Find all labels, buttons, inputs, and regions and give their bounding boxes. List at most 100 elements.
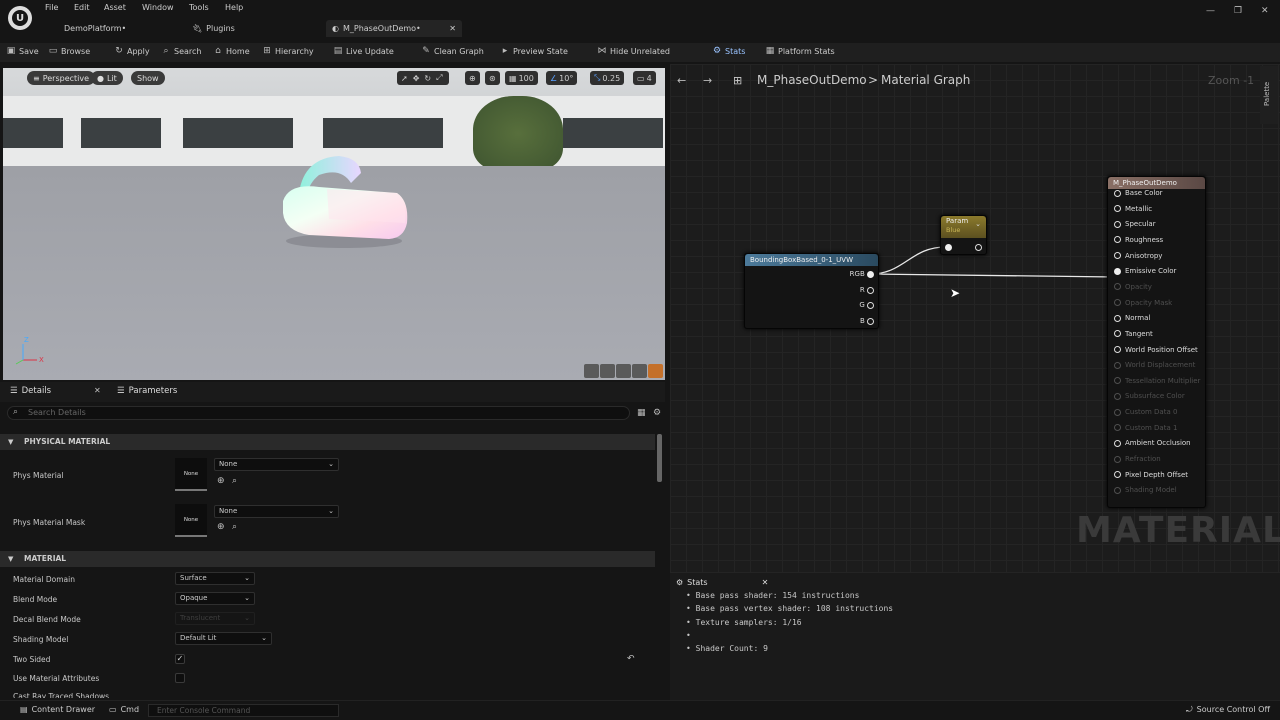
minimize-button[interactable]: — [1206,6,1215,16]
material-input-pin[interactable]: Specular [1114,220,1156,228]
menu-help[interactable]: Help [225,3,243,12]
menu-file[interactable]: File [45,3,58,12]
cmd-button[interactable]: ▭ Cmd [109,705,139,714]
mesh-preview-icon[interactable] [648,364,663,378]
live-update-button[interactable]: ▤ Live Update [333,46,394,56]
material-input-pin[interactable]: Emissive Color [1114,267,1176,275]
home-button[interactable]: ⌂ Home [213,46,249,56]
material-result-node[interactable]: M_PhaseOutDemo Base Color Metallic Specula… [1107,176,1206,508]
show-button[interactable]: Show [131,71,165,85]
dropdown-value: Translucent [180,614,221,622]
rotation-snap[interactable]: ∠ 10° [546,71,578,85]
shading-model-label: Shading Model [13,635,69,644]
maximize-button[interactable]: ❐ [1234,6,1242,16]
collapse-arrow-icon: ▼ [8,555,14,563]
save-button[interactable]: ▣ Save [6,46,39,56]
material-input-pin[interactable]: Roughness [1114,236,1163,244]
search-details-input[interactable]: Search Details [7,406,630,420]
material-input-pin[interactable]: Pixel Depth Offset [1114,471,1188,479]
shading-model-dropdown[interactable]: Default Lit ⌄ [175,632,272,645]
section-physical-material[interactable]: ▼ PHYSICAL MATERIAL [0,434,655,450]
material-graph-canvas[interactable]: ← → ⊞ M_PhaseOutDemo > Material Graph Zo… [670,64,1280,572]
source-control-button[interactable]: ⤾ Source Control Off [1186,705,1270,715]
menu-window[interactable]: Window [142,3,174,12]
scale-icon[interactable]: ⤢ [436,73,442,83]
tab-plugins[interactable]: 🔌︎ Plugins [186,20,316,37]
bounding-box-uvw-node[interactable]: BoundingBoxBased_0-1_UVW RGB R G B [744,253,879,329]
phys-mask-dropdown[interactable]: None ⌄ [214,505,339,518]
transform-tools[interactable]: ➚ ✥ ↻ ⤢ [397,71,449,85]
close-details-icon[interactable]: ✕ [94,386,101,395]
apply-button[interactable]: ↻ Apply [114,46,149,56]
r-output-pin[interactable]: R [860,286,874,294]
param-node[interactable]: Param Blue ⌄ [940,215,987,255]
close-window-button[interactable]: ✕ [1261,6,1269,16]
material-input-pin[interactable]: Normal [1114,314,1150,322]
world-local-toggle[interactable]: ⊕ [465,71,480,85]
use-material-attributes-checkbox[interactable] [175,673,185,683]
close-tab-icon[interactable]: ✕ [449,24,456,33]
section-material[interactable]: ▼ MATERIAL [0,551,655,567]
close-stats-icon[interactable]: ✕ [762,578,769,587]
search-button[interactable]: ⌕ Search [161,46,201,56]
stats-tab[interactable]: ⚙ Stats ✕ [676,575,776,589]
menu-tools[interactable]: Tools [189,3,209,12]
browse-button[interactable]: ▭ Browse [48,46,90,56]
phys-material-thumbnail[interactable]: None [175,458,207,491]
b-output-pin[interactable]: B [860,317,874,325]
unreal-logo-icon[interactable]: U [8,6,32,30]
surface-snap-toggle[interactable]: ⊛ [485,71,500,85]
material-domain-dropdown[interactable]: Surface ⌄ [175,572,255,585]
preview-state-button[interactable]: ▸ Preview State [500,46,568,56]
menu-edit[interactable]: Edit [74,3,90,12]
phys-material-dropdown[interactable]: None ⌄ [214,458,339,471]
cube-preview-icon[interactable] [632,364,647,378]
sphere-preview-icon[interactable] [600,364,615,378]
settings-gear-icon[interactable]: ⚙ [653,408,661,418]
hierarchy-button[interactable]: ⊞ Hierarchy [262,46,313,56]
tab-demoplatform[interactable]: DemoPlatform• [58,20,178,37]
material-input-pin[interactable]: Ambient Occlusion [1114,439,1191,447]
node-title: BoundingBoxBased_0-1_UVW [745,254,878,266]
material-input-pin[interactable]: Metallic [1114,205,1152,213]
material-input-pin[interactable]: Anisotropy [1114,252,1162,260]
plane-preview-icon[interactable] [616,364,631,378]
stats-button[interactable]: ⚙ Stats [712,46,745,56]
use-selected-icon[interactable]: ⊕ [217,522,225,532]
material-input-pin[interactable]: Tangent [1114,330,1153,338]
phys-mask-thumbnail[interactable]: None [175,504,207,537]
table-view-icon[interactable]: ▦ [637,408,646,418]
clean-graph-button[interactable]: ✎ Clean Graph [421,46,484,56]
browse-asset-icon[interactable]: ⌕ [232,522,237,532]
perspective-button[interactable]: ≡ Perspective [27,71,96,85]
cylinder-preview-icon[interactable] [584,364,599,378]
content-drawer-button[interactable]: ▤ Content Drawer [20,705,95,714]
preview-viewport[interactable]: ≡ Perspective ● Lit Show ➚ ✥ ↻ ⤢ ⊕ ⊛ ▦ 100 ∠ 10… [3,68,665,380]
rotate-icon[interactable]: ↻ [424,74,431,83]
move-icon[interactable]: ✥ [413,74,420,83]
connected-pin-icon[interactable] [945,244,952,251]
scale-snap[interactable]: ⤡ 0.25 [590,71,625,85]
camera-speed[interactable]: ▭ 4 [633,71,656,85]
two-sided-checkbox[interactable]: ✓ [175,654,185,664]
material-input-pin[interactable]: Base Color [1114,189,1163,197]
browse-asset-icon[interactable]: ⌕ [232,476,237,486]
tab-material-editor[interactable]: ◐ M_PhaseOutDemo• ✕ [326,20,462,37]
rgb-output-pin[interactable]: RGB [850,270,874,278]
reset-to-default-icon[interactable]: ↶ [627,654,635,664]
output-pin-icon[interactable] [975,244,982,251]
select-icon[interactable]: ➚ [401,74,408,83]
tab-parameters[interactable]: ☰ Parameters [117,386,177,396]
lit-button[interactable]: ● Lit [91,71,123,85]
platform-stats-button[interactable]: ▦ Platform Stats [765,46,835,56]
menu-asset[interactable]: Asset [104,3,126,12]
chevron-down-icon[interactable]: ⌄ [975,220,981,228]
blend-mode-dropdown[interactable]: Opaque ⌄ [175,592,255,605]
details-scrollbar[interactable] [657,434,662,482]
tab-details[interactable]: ☰ Details [10,386,51,396]
use-selected-icon[interactable]: ⊕ [217,476,225,486]
console-command-input[interactable]: Enter Console Command [148,704,339,717]
grid-snap[interactable]: ▦ 100 [505,71,538,85]
g-output-pin[interactable]: G [859,301,874,309]
material-input-pin[interactable]: World Position Offset [1114,346,1198,354]
